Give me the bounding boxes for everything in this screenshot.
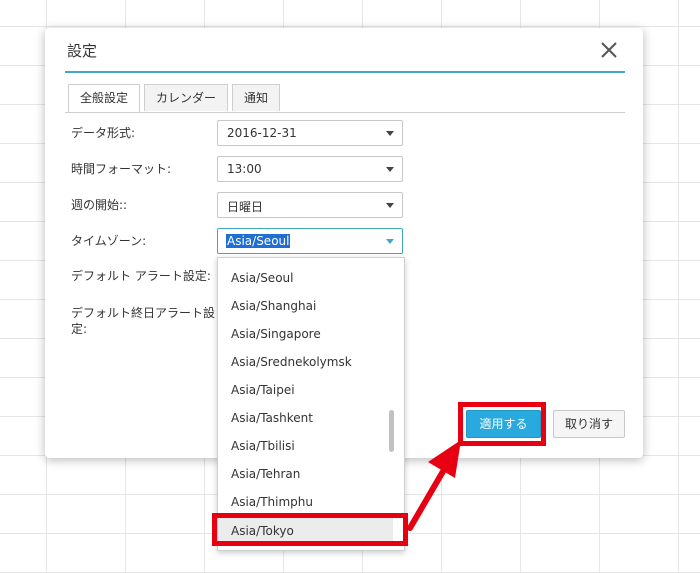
annotation-arrow (407, 440, 461, 531)
